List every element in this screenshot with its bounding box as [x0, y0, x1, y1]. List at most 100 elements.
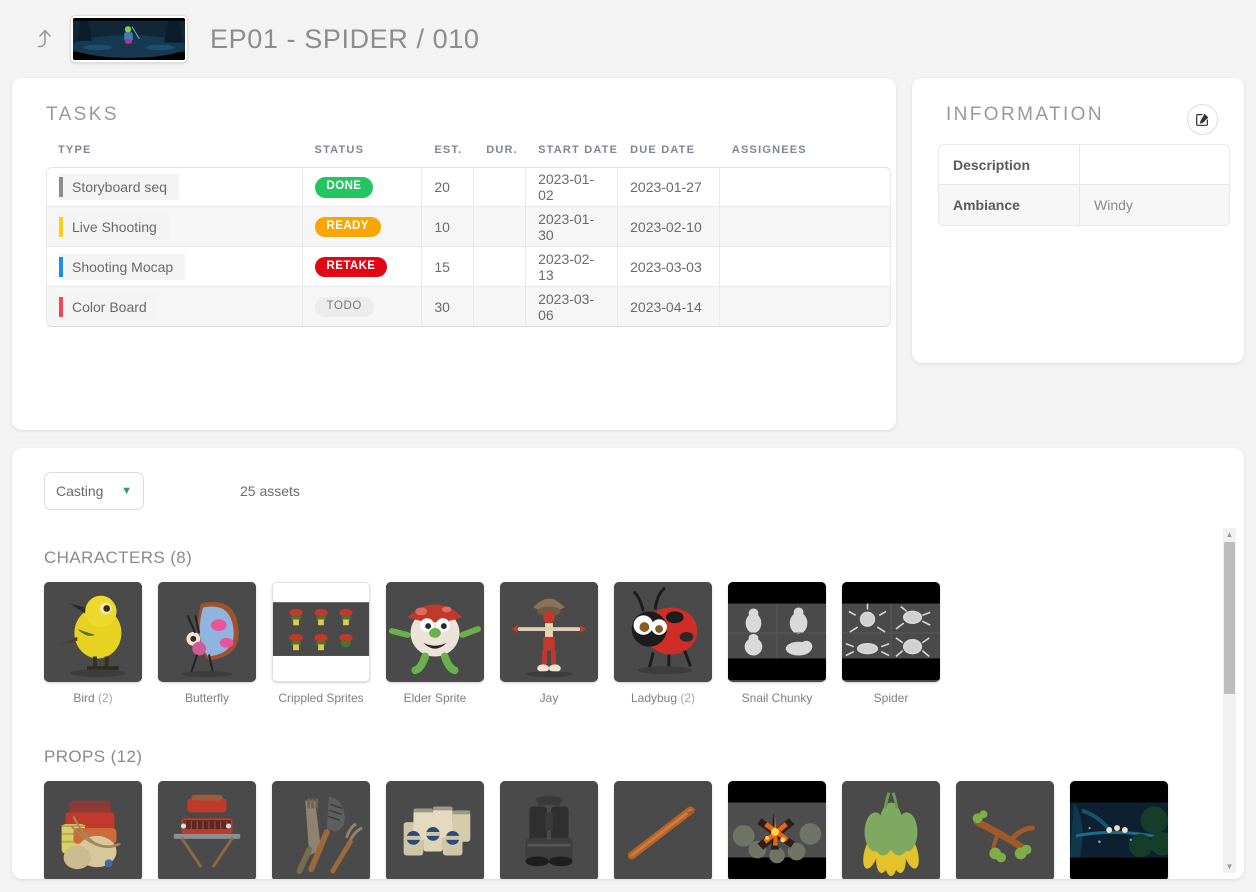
task-due-date-cell[interactable]: 2023-01-27 — [618, 167, 720, 207]
shot-thumbnail[interactable] — [70, 15, 188, 63]
asset-thumbnail[interactable] — [842, 781, 940, 879]
asset-thumbnail[interactable] — [728, 781, 826, 879]
task-dur-cell[interactable] — [474, 207, 527, 247]
task-dur-cell[interactable] — [474, 167, 527, 207]
scrollbar-thumb[interactable] — [1224, 542, 1235, 694]
task-est-cell[interactable]: 15 — [422, 247, 475, 287]
task-type-cell[interactable]: Storyboard seq — [46, 167, 303, 207]
task-status-cell[interactable]: TODO — [302, 287, 423, 327]
asset-thumbnail[interactable] — [386, 781, 484, 879]
task-due-date-cell[interactable]: 2023-03-03 — [618, 247, 720, 287]
back-button[interactable] — [28, 22, 62, 56]
asset-card[interactable] — [1070, 781, 1168, 879]
asset-thumbnail[interactable] — [386, 582, 484, 682]
column-header-due-date[interactable]: DUE DATE — [618, 144, 720, 167]
asset-card[interactable] — [44, 781, 142, 879]
asset-card[interactable]: Crippled Sprites — [272, 582, 370, 705]
column-header-start-date[interactable]: START DATE — [526, 144, 618, 167]
task-start-date-cell[interactable]: 2023-01-02 — [526, 167, 619, 207]
information-field-value[interactable]: Windy — [1080, 185, 1230, 226]
asset-thumbnail[interactable] — [272, 781, 370, 879]
asset-thumbnail[interactable] — [158, 582, 256, 682]
edit-pencil-square-icon — [1196, 113, 1209, 126]
status-badge[interactable]: READY — [314, 216, 381, 238]
task-assignees-cell[interactable] — [719, 207, 891, 247]
column-header-est[interactable]: EST. — [422, 144, 474, 167]
asset-card[interactable]: Snail Chunky — [728, 582, 826, 705]
task-type-cell[interactable]: Shooting Mocap — [46, 247, 303, 287]
asset-card[interactable]: Elder Sprite — [386, 582, 484, 705]
task-est-cell[interactable]: 30 — [422, 287, 475, 327]
asset-card[interactable] — [386, 781, 484, 879]
asset-card[interactable]: Ladybug (2) — [614, 582, 712, 705]
task-type-cell[interactable]: Color Board — [46, 287, 303, 327]
asset-card[interactable]: Butterfly — [158, 582, 256, 705]
status-badge[interactable]: TODO — [314, 296, 374, 318]
asset-thumbnail[interactable] — [956, 781, 1054, 879]
task-assignees-cell[interactable] — [719, 287, 891, 327]
status-badge[interactable]: RETAKE — [314, 256, 388, 278]
casting-scrollbar[interactable]: ▲ ▼ — [1223, 528, 1236, 873]
task-dur-cell[interactable] — [474, 287, 527, 327]
asset-thumbnail[interactable] — [500, 781, 598, 879]
asset-card[interactable] — [956, 781, 1054, 879]
task-due-date-cell[interactable]: 2023-04-14 — [618, 287, 720, 327]
asset-thumbnail[interactable] — [1070, 781, 1168, 879]
asset-thumbnail[interactable] — [500, 582, 598, 682]
column-header-dur[interactable]: DUR. — [474, 144, 526, 167]
casting-filter-value: Casting — [56, 483, 104, 499]
column-header-assignees[interactable]: ASSIGNEES — [720, 144, 891, 167]
asset-card[interactable] — [272, 781, 370, 879]
status-badge[interactable]: DONE — [314, 177, 374, 198]
task-type-color-bar — [59, 256, 63, 277]
asset-card[interactable]: Jay — [500, 582, 598, 705]
task-status-cell[interactable]: READY — [302, 207, 423, 247]
task-assignees-cell[interactable] — [719, 247, 891, 287]
asset-thumbnail[interactable] — [614, 781, 712, 879]
asset-thumbnail[interactable] — [272, 582, 370, 682]
edit-information-button[interactable] — [1187, 104, 1218, 135]
task-row[interactable]: Storyboard seq DONE 20 2023-01-02 2023-01-27 — [46, 167, 891, 207]
task-start-date-cell[interactable]: 2023-03-06 — [526, 287, 619, 327]
asset-card[interactable] — [500, 781, 598, 879]
task-status-cell[interactable]: DONE — [302, 167, 423, 207]
asset-thumbnail[interactable] — [728, 582, 826, 682]
task-start-date-cell[interactable]: 2023-01-30 — [526, 207, 619, 247]
task-type-color-bar — [59, 177, 63, 197]
task-row[interactable]: Color Board TODO 30 2023-03-06 2023-04-14 — [46, 287, 891, 327]
scrollbar-down-arrow[interactable]: ▼ — [1223, 860, 1236, 873]
asset-artwork — [386, 781, 484, 879]
task-status-cell[interactable]: RETAKE — [302, 247, 423, 287]
asset-card[interactable]: Bird (2) — [44, 582, 142, 705]
asset-thumbnail[interactable] — [842, 582, 940, 682]
task-start-date-cell[interactable]: 2023-02-13 — [526, 247, 619, 287]
casting-toolbar: Casting ▼ 25 assets — [12, 470, 1244, 512]
asset-thumbnail[interactable] — [614, 582, 712, 682]
asset-card[interactable] — [614, 781, 712, 879]
task-row[interactable]: Live Shooting READY 10 2023-01-30 2023-02-10 — [46, 207, 891, 247]
task-est-cell[interactable]: 20 — [422, 167, 475, 207]
information-field-value[interactable] — [1080, 144, 1230, 185]
task-dur-cell[interactable] — [474, 247, 527, 287]
asset-thumbnail[interactable] — [158, 781, 256, 879]
asset-card[interactable] — [842, 781, 940, 879]
asset-card[interactable] — [728, 781, 826, 879]
shot-thumbnail-image — [73, 18, 185, 60]
task-assignees-cell[interactable] — [719, 167, 891, 207]
asset-card[interactable] — [158, 781, 256, 879]
casting-filter-select[interactable]: Casting ▼ — [44, 472, 144, 510]
tasks-panel-title: TASKS — [46, 104, 119, 125]
asset-artwork — [956, 781, 1054, 879]
asset-card[interactable]: Spider — [842, 582, 940, 705]
task-type-cell[interactable]: Live Shooting — [46, 207, 303, 247]
task-est-cell[interactable]: 10 — [422, 207, 475, 247]
asset-artwork — [842, 781, 940, 879]
scrollbar-up-arrow[interactable]: ▲ — [1223, 528, 1236, 541]
column-header-type[interactable]: TYPE — [46, 144, 303, 167]
asset-thumbnail[interactable] — [44, 582, 142, 682]
asset-thumbnail[interactable] — [44, 781, 142, 879]
task-row[interactable]: Shooting Mocap RETAKE 15 2023-02-13 2023-03-… — [46, 247, 891, 287]
asset-name-label: Jay — [539, 691, 559, 705]
column-header-status[interactable]: STATUS — [303, 144, 423, 167]
task-due-date-cell[interactable]: 2023-02-10 — [618, 207, 720, 247]
